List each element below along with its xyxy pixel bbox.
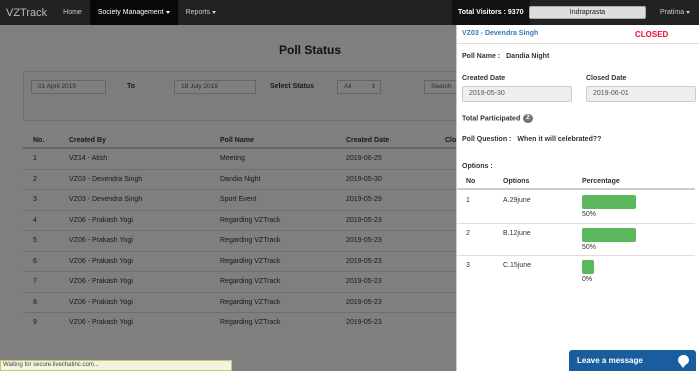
poll-question-value: When it will celebrated??	[517, 136, 602, 143]
total-visitors: Total Visitors : 9370	[452, 0, 530, 25]
option-percentage: 50%	[582, 244, 597, 251]
total-participated-label: Total Participated	[462, 115, 521, 123]
option-name: A.29june	[503, 197, 531, 204]
option-percentage-bar	[582, 260, 594, 274]
live-chat-label: Leave a message	[577, 356, 643, 365]
option-percentage: 0%	[582, 276, 593, 283]
nav-reports-label: Reports	[185, 9, 211, 16]
nav-society-management[interactable]: Society Management	[89, 0, 178, 25]
col-percentage: Percentage	[582, 178, 620, 185]
society-select[interactable]: Indraprasta	[529, 6, 646, 19]
nav-home[interactable]: Home	[55, 0, 90, 25]
caret-down-icon	[212, 10, 217, 14]
option-no: 1	[466, 197, 470, 204]
option-no: 3	[466, 262, 470, 269]
modal-backdrop[interactable]	[0, 25, 456, 371]
created-date-label: Created Date	[462, 75, 506, 82]
option-name: B.12june	[503, 230, 531, 237]
poll-status-badge: CLOSED	[635, 30, 669, 39]
poll-name-label: Poll Name :	[462, 53, 501, 60]
option-percentage-bar	[582, 228, 636, 242]
live-chat-button[interactable]: Leave a message	[569, 350, 696, 371]
nav-reports[interactable]: Reports	[178, 0, 225, 25]
option-row: 1 A.29june 50%	[457, 191, 695, 224]
closed-date-field: 2019-06-01	[586, 86, 696, 102]
brand-logo[interactable]: VZTrack	[0, 7, 55, 19]
poll-question-label: Poll Question :	[462, 136, 512, 143]
user-menu[interactable]: Pratima	[660, 0, 691, 25]
caret-down-icon	[165, 10, 170, 14]
nav-society-management-label: Society Management	[97, 9, 164, 16]
closed-date-label: Closed Date	[586, 75, 627, 82]
created-date-field: 2019-05-30	[462, 86, 572, 102]
poll-name-row: Poll Name : Dandia Night	[462, 53, 549, 60]
total-participated: Total Participated 2	[462, 114, 533, 123]
poll-creator: VZ03 - Devendra Singh	[462, 30, 539, 37]
option-row: 2 B.12june 50%	[457, 224, 695, 256]
poll-detail-panel: VZ03 - Devendra Singh CLOSED Poll Name :…	[456, 25, 699, 371]
user-name: Pratima	[660, 9, 685, 16]
options-table-header: No Options Percentage	[457, 174, 695, 190]
chat-bubble-icon	[678, 355, 689, 368]
option-percentage-bar	[582, 195, 636, 209]
participated-count-badge: 2	[523, 114, 533, 123]
option-percentage: 50%	[582, 211, 597, 218]
poll-question-row: Poll Question : When it will celebrated??	[462, 136, 601, 143]
col-option: Options	[503, 178, 530, 185]
browser-status-bar: Waiting for secure.livechatinc.com...	[0, 360, 232, 371]
option-row: 3 C.15june 0%	[457, 256, 695, 290]
poll-name-value: Dandia Night	[506, 53, 550, 60]
col-option-no: No	[466, 178, 476, 185]
option-no: 2	[466, 230, 470, 237]
option-name: C.15june	[503, 262, 532, 269]
divider	[457, 43, 699, 44]
caret-down-icon	[686, 10, 691, 14]
options-label: Options :	[462, 163, 493, 170]
